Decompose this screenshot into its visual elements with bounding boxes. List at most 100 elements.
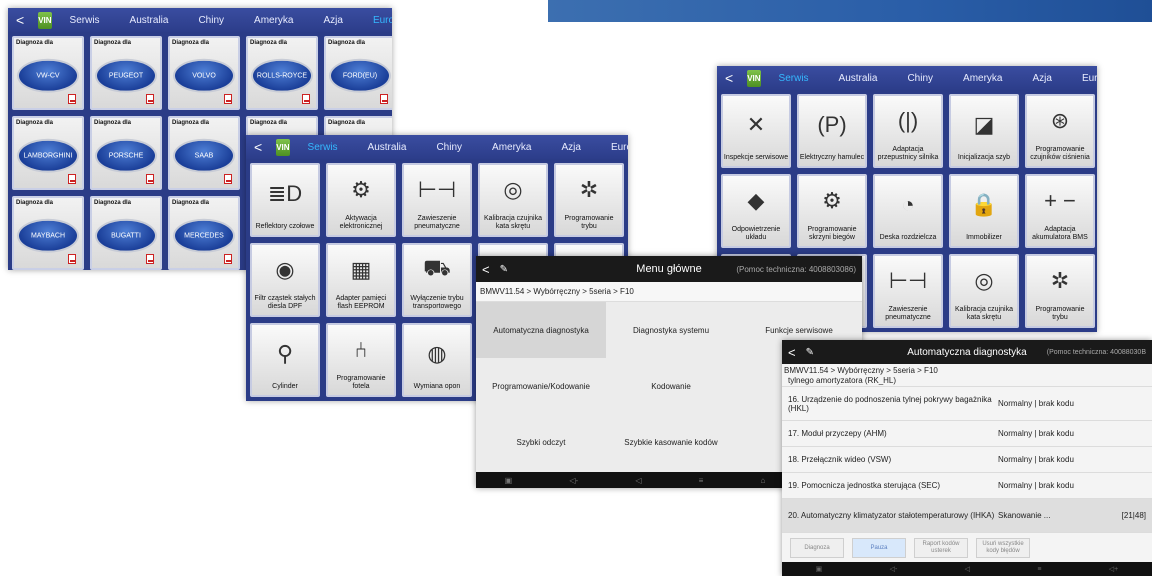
function-tile[interactable]: ⊢⊣ Zawieszenie pneumatyczne xyxy=(873,254,943,328)
brand-tile[interactable]: Diagnoza dla ROLLS-ROYCE xyxy=(246,36,318,110)
pdf-icon[interactable] xyxy=(380,94,388,104)
function-tile[interactable]: ✲ Programowanie trybu xyxy=(554,163,624,237)
function-tile[interactable]: ◆ Odpowietrzenie układu xyxy=(721,174,791,248)
function-tile[interactable]: ✲ Programowanie trybu xyxy=(1025,254,1095,328)
function-tile[interactable]: ⊢⊣ Zawieszenie pneumatyczne xyxy=(402,163,472,237)
pdf-icon[interactable] xyxy=(302,94,310,104)
brand-tile[interactable]: Diagnoza dla LAMBORGHINI xyxy=(12,116,84,190)
volume-down-icon[interactable]: ◁- xyxy=(569,476,578,485)
vin-button[interactable]: VIN xyxy=(38,11,52,29)
menu-item[interactable]: Automatyczna diagnostyka xyxy=(476,302,606,358)
function-tile[interactable]: ⚲ Cylinder xyxy=(250,323,320,397)
tab-europa[interactable]: Europa xyxy=(607,142,628,153)
function-tile[interactable]: ◎ Kalibracja czujnika kata skrętu xyxy=(478,163,548,237)
tab-serwis[interactable]: Serwis xyxy=(304,142,342,153)
function-tile[interactable]: ▦ Adapter pamięci flash EEPROM xyxy=(326,243,396,317)
module-name: 16. Urządzenie do podnoszenia tylnej pok… xyxy=(788,394,992,413)
volume-down-icon[interactable]: ◁- xyxy=(890,565,898,573)
pdf-icon[interactable] xyxy=(146,94,154,104)
function-tile[interactable]: ◎ Kalibracja czujnika kata skrętu xyxy=(949,254,1019,328)
brand-tile[interactable]: Diagnoza dla VW-CV xyxy=(12,36,84,110)
pdf-icon[interactable] xyxy=(146,254,154,264)
tab-europa[interactable]: Europa xyxy=(369,15,392,26)
brand-tile[interactable]: Diagnoza dla MERCEDES xyxy=(168,196,240,270)
pdf-icon[interactable] xyxy=(146,174,154,184)
menu-item[interactable]: Programowanie/Kodowanie xyxy=(476,358,606,414)
brand-tile[interactable]: Diagnoza dla BUGATTI xyxy=(90,196,162,270)
action-button[interactable]: Pauza xyxy=(852,538,906,558)
function-label: Adaptacja akumulatora BMS xyxy=(1032,225,1088,241)
function-tile[interactable]: ◍ Wymiana opon xyxy=(402,323,472,397)
menu-title-bar: < ✎ Menu główne (Pomoc techniczna: 40088… xyxy=(476,256,862,282)
function-tile[interactable]: + − Adaptacja akumulatora BMS xyxy=(1025,174,1095,248)
brand-tile[interactable]: Diagnoza dla MAYBACH xyxy=(12,196,84,270)
tab-chiny[interactable]: Chiny xyxy=(432,142,466,153)
pdf-icon[interactable] xyxy=(68,174,76,184)
pdf-icon[interactable] xyxy=(224,254,232,264)
menu-item[interactable]: Szybkie kasowanie kodów xyxy=(606,414,736,470)
back-icon[interactable]: < xyxy=(725,70,733,86)
tab-europa[interactable]: Europa xyxy=(1078,73,1097,84)
menu-item[interactable]: Diagnostyka systemu xyxy=(606,302,736,358)
table-row[interactable]: 16. Urządzenie do podnoszenia tylnej pok… xyxy=(782,387,1152,421)
menu-icon[interactable]: ≡ xyxy=(699,476,704,485)
menu-icon[interactable]: ≡ xyxy=(1037,566,1041,573)
tab-australia[interactable]: Australia xyxy=(835,73,882,84)
tab-ameryka[interactable]: Ameryka xyxy=(250,15,297,26)
brand-tile[interactable]: Diagnoza dla SAAB xyxy=(168,116,240,190)
action-button[interactable]: Raport kodów usterek xyxy=(914,538,968,558)
vin-button[interactable]: VIN xyxy=(276,138,290,156)
tab-ameryka[interactable]: Ameryka xyxy=(959,73,1006,84)
table-row[interactable]: 17. Moduł przyczepy (AHM) Normalny | brak… xyxy=(782,421,1152,447)
function-tile[interactable]: ⊛ Programowanie czujników ciśnienia xyxy=(1025,94,1095,168)
function-tile[interactable]: 🔒 Immobilizer xyxy=(949,174,1019,248)
menu-item[interactable]: Szybki odczyt xyxy=(476,414,606,470)
function-tile[interactable]: (|) Adaptacja przepustnicy silnika xyxy=(873,94,943,168)
pdf-icon[interactable] xyxy=(224,174,232,184)
table-row[interactable]: 20. Automatyczny klimatyzator stałotempe… xyxy=(782,499,1152,533)
pdf-icon[interactable] xyxy=(224,94,232,104)
action-button[interactable]: Diagnoza xyxy=(790,538,844,558)
tab-serwis[interactable]: Serwis xyxy=(66,15,104,26)
function-tile[interactable]: ◪ Inicjalizacja szyb xyxy=(949,94,1019,168)
function-tile[interactable]: ◔ Deska rozdzielcza xyxy=(873,174,943,248)
screenshot-icon[interactable]: ▣ xyxy=(816,565,823,573)
vin-button[interactable]: VIN xyxy=(747,69,761,87)
tab-ameryka[interactable]: Ameryka xyxy=(488,142,535,153)
function-tile[interactable]: ⑃ Programowanie fotela xyxy=(326,323,396,397)
pdf-icon[interactable] xyxy=(68,254,76,264)
function-tile[interactable]: ✕ Inspekcje serwisowe xyxy=(721,94,791,168)
tab-serwis[interactable]: Serwis xyxy=(775,73,813,84)
screenshot-icon[interactable]: ▣ xyxy=(505,476,513,485)
tab-chiny[interactable]: Chiny xyxy=(903,73,937,84)
function-tile[interactable]: (P) Elektryczny hamulec xyxy=(797,94,867,168)
tab-azja[interactable]: Azja xyxy=(1028,73,1055,84)
back-icon[interactable]: < xyxy=(16,12,24,28)
function-tile[interactable]: ⚙ Programowanie skrzyni biegów xyxy=(797,174,867,248)
back-nav-icon[interactable]: ◁ xyxy=(635,476,641,485)
module-status: Normalny | brak kodu xyxy=(998,429,1074,438)
function-tile[interactable]: ⛟ Wyłączenie trybu transportowego xyxy=(402,243,472,317)
tab-azja[interactable]: Azja xyxy=(557,142,584,153)
brand-tile[interactable]: Diagnoza dla PEUGEOT xyxy=(90,36,162,110)
pdf-icon[interactable] xyxy=(68,94,76,104)
function-tile[interactable]: ⚙ Aktywacja elektronicznej xyxy=(326,163,396,237)
back-icon[interactable]: < xyxy=(254,139,262,155)
menu-item[interactable]: Kodowanie xyxy=(606,358,736,414)
volume-up-icon[interactable]: ◁+ xyxy=(1109,565,1118,573)
table-row[interactable]: 18. Przełącznik wideo (VSW) Normalny | br… xyxy=(782,447,1152,473)
function-tile[interactable]: ≣D Reflektory czołowe xyxy=(250,163,320,237)
tab-australia[interactable]: Australia xyxy=(126,15,173,26)
home-icon[interactable]: ⌂ xyxy=(760,476,765,485)
function-tile[interactable]: ◉ Filtr cząstek stałych diesla DPF xyxy=(250,243,320,317)
brand-tile[interactable]: Diagnoza dla FORD(EU) xyxy=(324,36,392,110)
table-row[interactable]: 19. Pomocnicza jednostka sterująca (SEC)… xyxy=(782,473,1152,499)
brand-tile[interactable]: Diagnoza dla VOLVO xyxy=(168,36,240,110)
system-nav-bar: ▣ ◁- ◁ ≡ ◁+ xyxy=(782,562,1152,576)
tab-australia[interactable]: Australia xyxy=(364,142,411,153)
action-button[interactable]: Usuń wszystkie kody błędów xyxy=(976,538,1030,558)
tab-azja[interactable]: Azja xyxy=(319,15,346,26)
tab-chiny[interactable]: Chiny xyxy=(194,15,228,26)
brand-tile[interactable]: Diagnoza dla PORSCHE xyxy=(90,116,162,190)
back-nav-icon[interactable]: ◁ xyxy=(965,565,970,573)
